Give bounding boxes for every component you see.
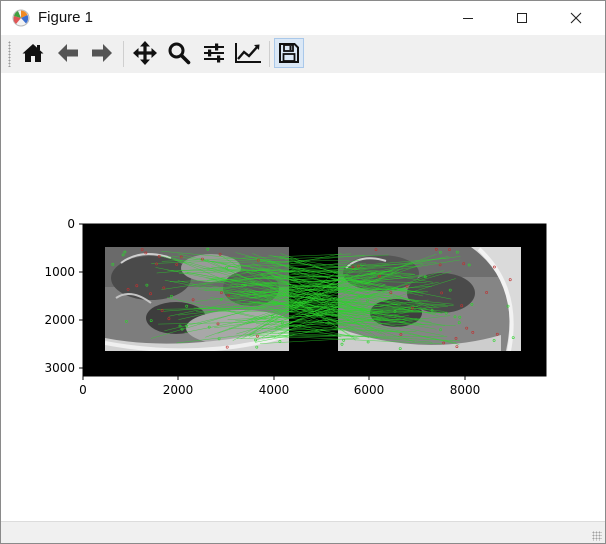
x-axis: 0 2000 4000 6000 8000 [79, 376, 480, 397]
figure-window: Figure 1 0 2000 4000 6000 8000 0 1000 20… [0, 0, 606, 544]
arrow-left-icon [58, 44, 78, 62]
arrow-right-icon [92, 44, 112, 62]
edit-axis-button[interactable] [233, 38, 263, 68]
magnifier-icon [168, 42, 191, 65]
window-title: Figure 1 [38, 9, 94, 26]
move-icon [133, 41, 157, 65]
home-icon [22, 44, 44, 62]
line-chart-icon [235, 43, 261, 63]
resize-grip-icon[interactable] [592, 531, 602, 541]
figure-canvas[interactable]: 0 2000 4000 6000 8000 0 1000 2000 3000 [1, 73, 605, 521]
x-tick-label: 0 [79, 383, 87, 397]
status-bar [1, 521, 605, 543]
maximize-button[interactable] [499, 1, 545, 35]
y-axis: 0 1000 2000 3000 [44, 217, 83, 375]
close-button[interactable] [553, 1, 599, 35]
y-tick-label: 0 [67, 217, 75, 231]
zoom-button[interactable] [164, 38, 194, 68]
plot-area: 0 2000 4000 6000 8000 0 1000 2000 3000 [44, 217, 547, 397]
sliders-icon [204, 43, 224, 63]
x-tick-label: 4000 [259, 383, 290, 397]
toolbar-separator [123, 41, 124, 67]
close-icon [570, 12, 582, 24]
pan-button[interactable] [130, 38, 160, 68]
x-tick-label: 8000 [450, 383, 481, 397]
minimize-button[interactable] [445, 1, 491, 35]
home-button[interactable] [18, 38, 48, 68]
minimize-icon [463, 18, 473, 19]
navigation-toolbar [1, 35, 605, 74]
x-tick-label: 2000 [163, 383, 194, 397]
configure-subplots-button[interactable] [199, 38, 229, 68]
y-tick-label: 3000 [44, 361, 75, 375]
y-tick-label: 2000 [44, 313, 75, 327]
forward-button[interactable] [87, 38, 117, 68]
save-button[interactable] [274, 38, 304, 68]
floppy-disk-icon [279, 43, 299, 63]
matplotlib-logo-icon [12, 9, 30, 27]
title-bar: Figure 1 [1, 1, 605, 35]
back-button[interactable] [53, 38, 83, 68]
right-photo [338, 247, 521, 351]
toolbar-separator [269, 41, 270, 67]
x-tick-label: 6000 [354, 383, 385, 397]
maximize-icon [517, 13, 527, 23]
y-tick-label: 1000 [44, 265, 75, 279]
toolbar-grip[interactable] [8, 41, 11, 67]
